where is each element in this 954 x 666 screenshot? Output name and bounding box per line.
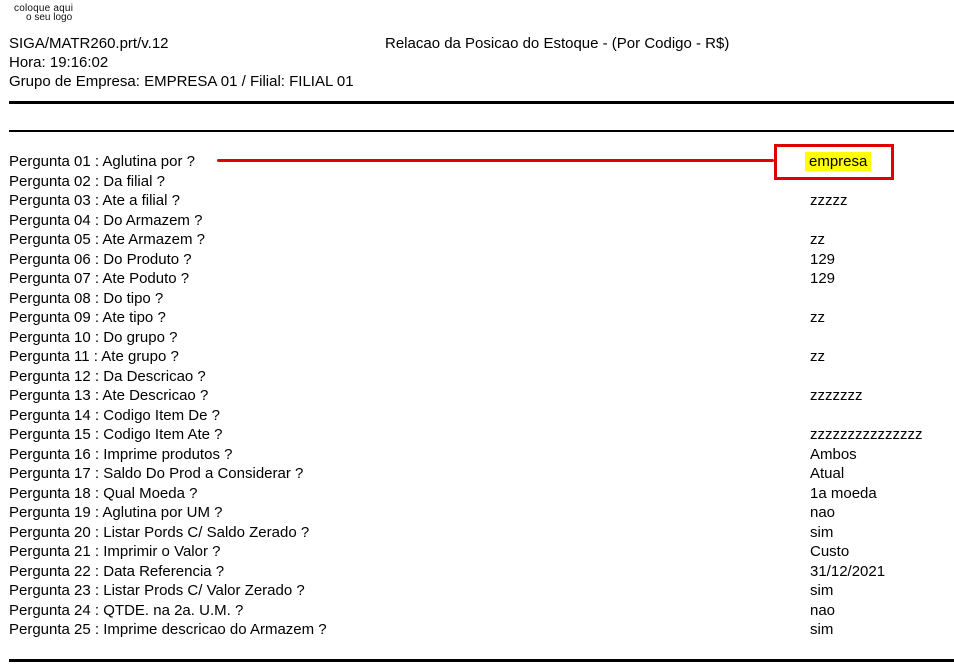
parameter-question: Pergunta 10 : Do grupo ? bbox=[9, 328, 178, 346]
parameter-question: Pergunta 17 : Saldo Do Prod a Considerar… bbox=[9, 465, 304, 482]
header-divider-thick bbox=[9, 101, 954, 104]
annotation-pointer-line bbox=[217, 159, 774, 162]
report-title: Relacao da Posicao do Estoque - (Por Cod… bbox=[385, 35, 730, 52]
parameter-row: Pergunta 21 : Imprimir o Valor ? Custo bbox=[9, 542, 954, 562]
parameter-answer: sim bbox=[810, 621, 834, 638]
parameter-row: Pergunta 13 : Ate Descricao ? zzzzzzz bbox=[9, 386, 954, 406]
parameter-question: Pergunta 24 : QTDE. na 2a. U.M. ? bbox=[9, 601, 244, 619]
company-branch: Grupo de Empresa: EMPRESA 01 / Filial: F… bbox=[9, 73, 354, 90]
parameter-row: Pergunta 16 : Imprime produtos ? Ambos bbox=[9, 445, 954, 465]
parameter-question: Pergunta 21 : Imprimir o Valor ? bbox=[9, 543, 221, 560]
parameter-answer: nao bbox=[810, 601, 836, 619]
parameter-row: Pergunta 09 : Ate tipo ? zz bbox=[9, 308, 954, 328]
parameter-answer: nao bbox=[810, 504, 836, 521]
footer-divider bbox=[9, 659, 954, 662]
parameter-row: Pergunta 22 : Data Referencia ? 31/12/202… bbox=[9, 562, 954, 582]
parameter-question: Pergunta 02 : Da filial ? bbox=[9, 172, 165, 190]
parameter-question: Pergunta 14 : Codigo Item De ? bbox=[9, 406, 220, 424]
parameter-question: Pergunta 19 : Aglutina por UM ? bbox=[9, 504, 223, 521]
parameter-row: Pergunta 25 : Imprime descricao do Armaz… bbox=[9, 620, 954, 640]
parameter-row: Pergunta 23 : Listar Prods C/ Valor Zera… bbox=[9, 581, 954, 601]
parameter-row: Pergunta 12 : Da Descricao ? bbox=[9, 367, 954, 387]
parameter-question: Pergunta 16 : Imprime produtos ? bbox=[9, 445, 233, 463]
parameter-row: Pergunta 19 : Aglutina por UM ? nao bbox=[9, 503, 954, 523]
parameter-answer: zz bbox=[810, 309, 825, 326]
parameter-row: Pergunta 18 : Qual Moeda ? 1a moeda bbox=[9, 484, 954, 504]
parameter-answer: zz bbox=[810, 348, 825, 365]
parameter-answer: zzzzz bbox=[810, 192, 848, 209]
parameter-answer: 129 bbox=[810, 270, 836, 287]
parameter-question: Pergunta 03 : Ate a filial ? bbox=[9, 192, 180, 209]
parameter-question: Pergunta 25 : Imprime descricao do Armaz… bbox=[9, 621, 327, 638]
parameter-answer: zz bbox=[810, 231, 825, 248]
parameter-question: Pergunta 05 : Ate Armazem ? bbox=[9, 231, 205, 248]
logo-line-2: o seu logo bbox=[26, 12, 73, 23]
parameter-row: Pergunta 24 : QTDE. na 2a. U.M. ? nao bbox=[9, 601, 954, 621]
parameter-answer: zzzzzzz bbox=[810, 387, 863, 404]
parameter-answer: 1a moeda bbox=[810, 484, 877, 502]
parameter-question: Pergunta 15 : Codigo Item Ate ? bbox=[9, 426, 223, 443]
parameter-question: Pergunta 06 : Do Produto ? bbox=[9, 250, 192, 268]
parameter-answer: Atual bbox=[810, 465, 845, 482]
parameter-answer: Ambos bbox=[810, 445, 857, 463]
parameter-answer: sim bbox=[810, 523, 834, 541]
parameter-question: Pergunta 04 : Do Armazem ? bbox=[9, 211, 203, 229]
highlighted-answer: empresa bbox=[805, 152, 872, 171]
parameter-answer: Custo bbox=[810, 543, 850, 560]
parameter-row: Pergunta 03 : Ate a filial ? zzzzz bbox=[9, 191, 954, 211]
parameter-answer: zzzzzzzzzzzzzzz bbox=[810, 426, 923, 443]
header-divider bbox=[9, 130, 954, 132]
parameter-row: Pergunta 20 : Listar Pords C/ Saldo Zera… bbox=[9, 523, 954, 543]
parameter-list: Pergunta 01 : Aglutina por ? Pergunta 02 … bbox=[9, 152, 954, 640]
parameter-question: Pergunta 07 : Ate Poduto ? bbox=[9, 270, 190, 287]
parameter-row: Pergunta 04 : Do Armazem ? bbox=[9, 211, 954, 231]
parameter-row: Pergunta 05 : Ate Armazem ? zz bbox=[9, 230, 954, 250]
parameter-question: Pergunta 13 : Ate Descricao ? bbox=[9, 387, 209, 404]
parameter-question: Pergunta 09 : Ate tipo ? bbox=[9, 309, 166, 326]
parameter-row: Pergunta 07 : Ate Poduto ? 129 bbox=[9, 269, 954, 289]
parameter-answer: 129 bbox=[810, 250, 836, 268]
parameter-question: Pergunta 01 : Aglutina por ? bbox=[9, 153, 195, 170]
parameter-question: Pergunta 22 : Data Referencia ? bbox=[9, 562, 225, 580]
parameter-question: Pergunta 20 : Listar Pords C/ Saldo Zera… bbox=[9, 523, 310, 541]
parameter-row: Pergunta 15 : Codigo Item Ate ? zzzzzzzzz… bbox=[9, 425, 954, 445]
parameter-answer: 31/12/2021 bbox=[810, 562, 886, 580]
parameter-row: Pergunta 06 : Do Produto ? 129 bbox=[9, 250, 954, 270]
parameter-question: Pergunta 08 : Do tipo ? bbox=[9, 289, 164, 307]
parameter-question: Pergunta 11 : Ate grupo ? bbox=[9, 348, 179, 365]
report-time: Hora: 19:16:02 bbox=[9, 54, 109, 71]
parameter-row: Pergunta 14 : Codigo Item De ? bbox=[9, 406, 954, 426]
parameter-question: Pergunta 12 : Da Descricao ? bbox=[9, 367, 206, 385]
parameter-row: Pergunta 10 : Do grupo ? bbox=[9, 328, 954, 348]
parameter-question: Pergunta 23 : Listar Prods C/ Valor Zera… bbox=[9, 582, 305, 599]
parameter-question: Pergunta 18 : Qual Moeda ? bbox=[9, 484, 198, 502]
program-name: SIGA/MATR260.prt/v.12 bbox=[9, 35, 169, 52]
parameter-row: Pergunta 08 : Do tipo ? bbox=[9, 289, 954, 309]
company-logo-placeholder: coloque aqui o seu logo bbox=[14, 4, 73, 23]
parameter-answer: sim bbox=[810, 582, 834, 599]
parameter-row: Pergunta 11 : Ate grupo ? zz bbox=[9, 347, 954, 367]
parameter-row: Pergunta 17 : Saldo Do Prod a Considerar… bbox=[9, 464, 954, 484]
